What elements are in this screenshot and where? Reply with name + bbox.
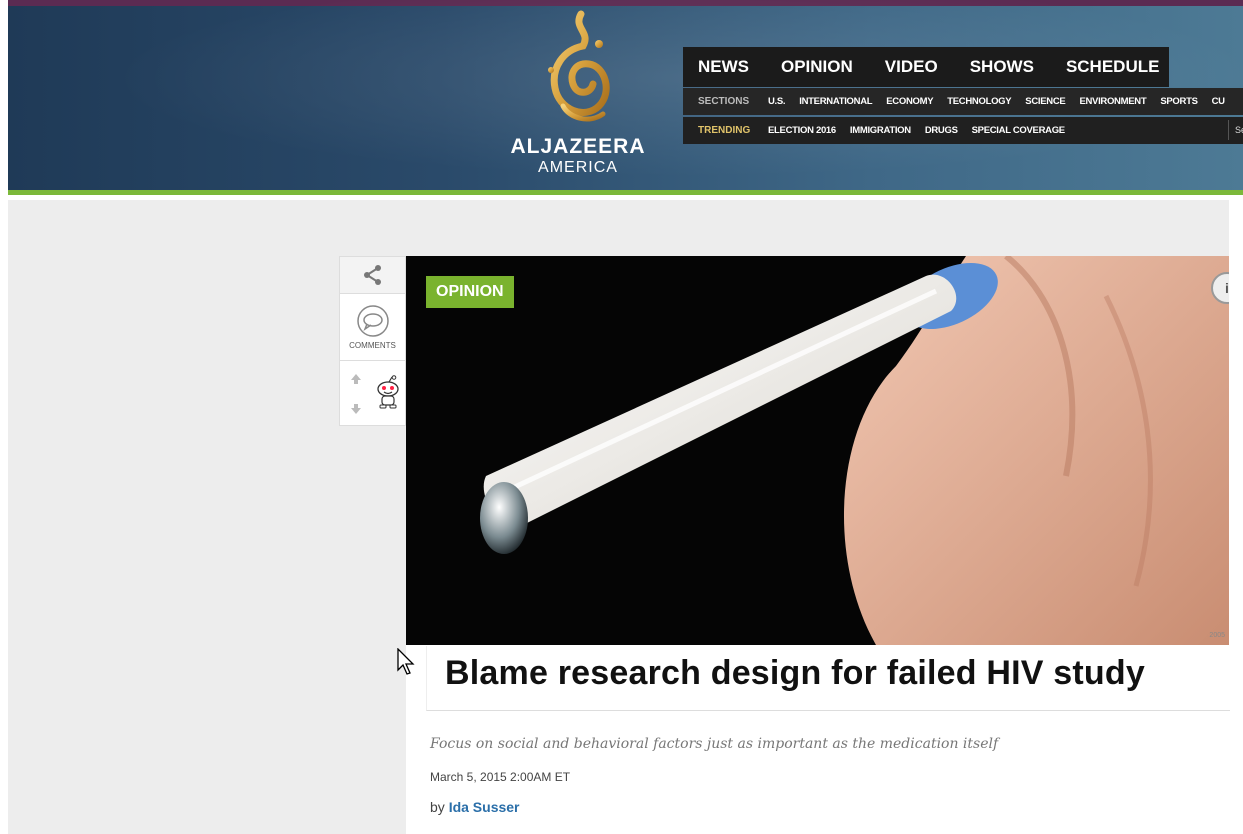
trending-immigration[interactable]: IMMIGRATION [850,125,911,136]
reddit-alien-icon[interactable] [375,375,401,409]
share-button[interactable] [340,257,405,294]
byline-prefix: by [430,799,445,815]
reddit-widget [340,361,405,427]
downvote-arrow-icon[interactable] [350,403,362,415]
nav-video[interactable]: VIDEO [885,57,938,77]
brand-subtitle: AMERICA [538,159,618,176]
nav-opinion[interactable]: OPINION [781,57,853,77]
social-sidebar: COMMENTS [339,256,406,426]
search-input[interactable]: Se [1228,120,1243,140]
article: OPINION i 2005 Blame research design for… [406,256,1230,834]
applicator-photo [480,256,1229,645]
trending-drugs[interactable]: DRUGS [925,125,958,136]
comments-label: COMMENTS [349,341,396,350]
calligraphy-logo-icon [548,10,610,122]
mouse-cursor-icon [397,648,415,675]
trending-election-2016[interactable]: ELECTION 2016 [768,125,836,136]
article-date: March 5, 2015 2:00AM ET [430,770,571,784]
nav-shows[interactable]: SHOWS [970,57,1034,77]
trending-label: TRENDING [698,125,751,136]
trending-special-coverage[interactable]: SPECIAL COVERAGE [972,125,1066,136]
article-headline: Blame research design for failed HIV stu… [445,654,1145,692]
section-economy[interactable]: ECONOMY [886,96,933,107]
section-international[interactable]: INTERNATIONAL [799,96,872,107]
comments-button[interactable]: COMMENTS [340,294,405,361]
section-us[interactable]: U.S. [768,96,786,107]
opinion-badge[interactable]: OPINION [426,276,514,308]
headline-box: Blame research design for failed HIV stu… [426,646,1230,711]
article-subheadline: Focus on social and behavioral factors j… [430,736,999,752]
section-technology[interactable]: TECHNOLOGY [947,96,1011,107]
brand-name: ALJAZEERA [510,135,646,158]
section-science[interactable]: SCIENCE [1025,96,1065,107]
section-sports[interactable]: SPORTS [1160,96,1198,107]
byline: by Ida Susser [430,799,520,815]
comment-bubble-icon [356,305,389,337]
sections-nav: SECTIONS U.S. INTERNATIONAL ECONOMY TECH… [683,88,1243,115]
sections-label: SECTIONS [698,96,750,107]
author-link[interactable]: Ida Susser [449,799,520,815]
hero-image: OPINION i 2005 [406,256,1229,645]
share-icon [363,265,381,285]
site-header: ALJAZEERA AMERICA NEWS OPINION VIDEO SHO… [8,0,1243,195]
aljazeera-logo[interactable]: ALJAZEERA AMERICA [508,10,648,180]
upvote-arrow-icon[interactable] [350,373,362,385]
main-nav: NEWS OPINION VIDEO SHOWS SCHEDULE [683,47,1169,87]
section-environment[interactable]: ENVIRONMENT [1079,96,1146,107]
nav-news[interactable]: NEWS [698,57,749,77]
header-green-rule [8,190,1243,195]
image-credit: 2005 [1209,632,1225,639]
section-culture[interactable]: CU [1212,96,1225,107]
nav-schedule[interactable]: SCHEDULE [1066,57,1160,77]
trending-nav: TRENDING ELECTION 2016 IMMIGRATION DRUGS… [683,117,1243,144]
